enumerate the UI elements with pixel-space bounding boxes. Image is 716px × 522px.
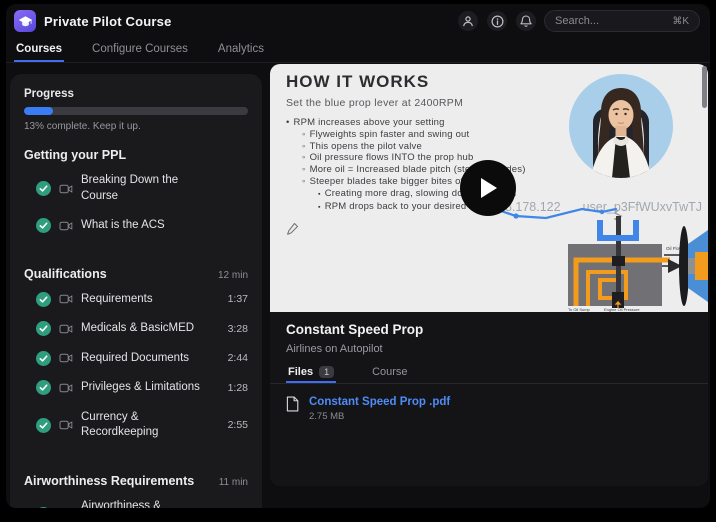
- graduation-cap-icon: [18, 15, 33, 28]
- section-title: Getting your PPL: [24, 148, 126, 162]
- play-button[interactable]: [460, 160, 516, 216]
- user-icon: [462, 15, 474, 27]
- video-icon: [59, 420, 73, 430]
- slide-bullet: Steeper blades take bigger bites of air: [286, 176, 576, 188]
- lesson-item[interactable]: What is the ACS: [24, 211, 248, 241]
- lesson-duration: 1:28: [218, 382, 248, 394]
- video-icon: [59, 324, 73, 334]
- play-icon: [478, 177, 498, 199]
- tab-files-label: Files: [288, 366, 313, 378]
- presenter-avatar: [569, 74, 673, 178]
- info-icon: [491, 15, 504, 28]
- notifications-button[interactable]: [516, 11, 536, 31]
- header: Private Pilot Course Search... ⌘K: [6, 4, 710, 38]
- profile-button[interactable]: [458, 11, 478, 31]
- prop-governor-diagram: Oil Flow To Oil Sump Engine Oil Pressure: [530, 210, 708, 312]
- check-icon: [36, 181, 51, 196]
- section-duration: 12 min: [218, 270, 248, 281]
- scrollbar-thumb[interactable]: [702, 66, 707, 108]
- search-shortcut: ⌘K: [672, 16, 689, 27]
- pencil-icon: [287, 222, 299, 236]
- progress-label: Progress: [24, 88, 248, 100]
- progress-fill: [24, 107, 53, 115]
- lesson-label: Privileges & Limitations: [81, 380, 210, 396]
- lesson-item[interactable]: Required Documents 2:44: [24, 344, 248, 374]
- lesson-duration: 2:55: [218, 419, 248, 431]
- tab-configure-courses[interactable]: Configure Courses: [90, 38, 190, 62]
- presenter-webcam: [569, 74, 673, 178]
- progress-bar: [24, 107, 248, 115]
- video-player[interactable]: HOW IT WORKS Set the blue prop lever at …: [270, 64, 708, 312]
- video-icon: [59, 383, 73, 393]
- lesson-item[interactable]: Airworthiness & Category/Class/Type 1:44: [24, 492, 248, 508]
- app-logo: [14, 10, 36, 32]
- section-duration: 11 min: [219, 477, 248, 488]
- section-title: Qualifications: [24, 267, 107, 281]
- check-icon: [36, 507, 51, 508]
- lesson-label: Medicals & BasicMED: [81, 321, 210, 337]
- slide-bullet: More oil = Increased blade pitch (steepe…: [286, 164, 576, 176]
- check-icon: [36, 292, 51, 307]
- top-tabbar: Courses Configure Courses Analytics: [6, 38, 710, 63]
- slide-bullet: Flyweights spin faster and swing out: [286, 129, 576, 141]
- page-title: Private Pilot Course: [44, 14, 172, 29]
- course-sidebar: Progress 13% complete. Keep it up. Getti…: [10, 74, 262, 508]
- slide-bullet: This opens the pilot valve: [286, 141, 576, 153]
- bell-icon: [520, 15, 532, 28]
- lesson-label: Breaking Down the Course: [81, 173, 210, 204]
- video-icon: [59, 353, 73, 363]
- lesson-label: What is the ACS: [81, 218, 210, 234]
- file-size: 2.75 MB: [309, 411, 450, 422]
- info-button[interactable]: [487, 11, 507, 31]
- lesson-subtitle: Airlines on Autopilot: [286, 343, 383, 355]
- progress-caption: 13% complete. Keep it up.: [24, 121, 248, 132]
- slide-bullet: RPM increases above your setting: [286, 117, 576, 129]
- slide-bullet: Creating more drag, slowing down the RPM: [286, 188, 576, 201]
- tab-analytics[interactable]: Analytics: [216, 38, 266, 62]
- lesson-item[interactable]: Breaking Down the Course: [24, 166, 248, 211]
- check-icon: [36, 218, 51, 233]
- lesson-item[interactable]: Currency & Recordkeeping 2:55: [24, 403, 248, 448]
- tab-courses[interactable]: Courses: [14, 38, 64, 62]
- lesson-duration: 3:28: [218, 323, 248, 335]
- section-title: Airworthiness Requirements: [24, 474, 194, 488]
- file-link[interactable]: Constant Speed Prop .pdf: [309, 396, 450, 408]
- search-placeholder: Search...: [555, 15, 672, 27]
- lesson-title: Constant Speed Prop: [286, 322, 423, 337]
- svg-text:Engine Oil Pressure: Engine Oil Pressure: [604, 307, 640, 312]
- lesson-duration: 1:37: [218, 293, 248, 305]
- check-icon: [36, 380, 51, 395]
- tab-course[interactable]: Course: [370, 362, 409, 383]
- app-window: Private Pilot Course Search... ⌘K: [6, 4, 710, 508]
- lesson-item[interactable]: Medicals & BasicMED 3:28: [24, 314, 248, 344]
- slide-subtitle: Set the blue prop lever at 2400RPM: [286, 97, 463, 109]
- lesson-label: Requirements: [81, 292, 210, 308]
- video-icon: [59, 184, 73, 194]
- lesson-item[interactable]: Privileges & Limitations 1:28: [24, 373, 248, 403]
- lesson-panel: HOW IT WORKS Set the blue prop lever at …: [270, 64, 708, 486]
- check-icon: [36, 321, 51, 336]
- slide-bullets: RPM increases above your setting Flyweig…: [286, 117, 576, 213]
- file-item[interactable]: Constant Speed Prop .pdf 2.75 MB: [286, 396, 450, 422]
- lesson-tabbar: Files 1 Course: [270, 362, 708, 384]
- lesson-duration: 2:44: [218, 352, 248, 364]
- check-icon: [36, 351, 51, 366]
- video-icon: [59, 294, 73, 304]
- lesson-item[interactable]: Requirements 1:37: [24, 285, 248, 315]
- document-icon: [286, 396, 299, 412]
- video-icon: [59, 221, 73, 231]
- lesson-label: Currency & Recordkeeping: [81, 410, 210, 441]
- search-input[interactable]: Search... ⌘K: [544, 10, 700, 32]
- files-count-badge: 1: [319, 366, 334, 378]
- tab-course-label: Course: [372, 366, 407, 378]
- lesson-label: Required Documents: [81, 351, 210, 367]
- slide-bullet: Oil pressure flows INTO the prop hub: [286, 152, 576, 164]
- svg-text:To Oil Sump: To Oil Sump: [568, 307, 591, 312]
- lesson-label: Airworthiness & Category/Class/Type: [81, 499, 210, 508]
- tab-files[interactable]: Files 1: [286, 362, 336, 383]
- check-icon: [36, 418, 51, 433]
- slide-title: HOW IT WORKS: [286, 72, 429, 92]
